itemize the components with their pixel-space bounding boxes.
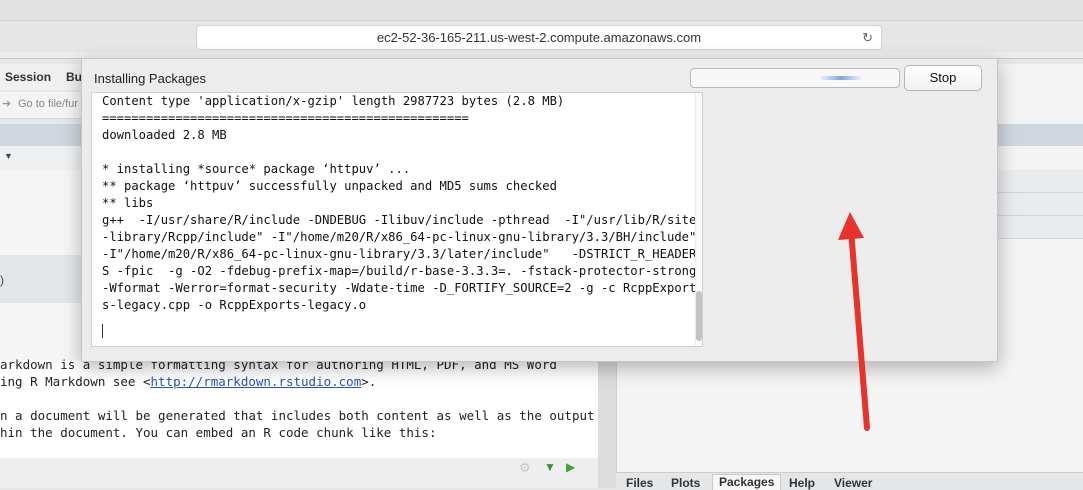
environment-pane-row	[996, 170, 1083, 193]
editor-text: ing R Markdown see <	[0, 374, 151, 389]
console-line: s-legacy.cpp -o RcppExports-legacy.o	[102, 298, 367, 312]
menu-build[interactable]: Bu	[66, 70, 82, 84]
console-line: ** package ‘httpuv’ successfully unpacke…	[102, 179, 557, 193]
console-line: Content type 'application/x-gzip' length…	[102, 94, 565, 108]
chevron-down-icon[interactable]: ▼	[4, 151, 13, 161]
install-progress-bar	[690, 68, 900, 88]
console-line: * installing *source* package ‘httpuv’ .…	[102, 162, 411, 176]
run-previous-chunks-icon[interactable]: ▼	[544, 460, 556, 474]
source-pane-toolbar: ▼	[0, 146, 90, 171]
code-chunk-header	[0, 458, 598, 488]
source-pane-header	[0, 124, 90, 146]
address-bar-url: ec2-52-36-165-211.us-west-2.compute.amaz…	[376, 30, 702, 45]
editor-highlight-band	[0, 255, 90, 303]
reload-icon[interactable]: ↻	[862, 26, 873, 49]
console-line: -library/Rcpp/include" -I"/home/m20/R/x8…	[102, 230, 697, 244]
editor-line: ing R Markdown see <http://rmarkdown.rst…	[0, 374, 376, 389]
rmarkdown-link[interactable]: http://rmarkdown.rstudio.com	[151, 374, 362, 389]
console-line: ** libs	[102, 196, 154, 210]
install-output-console[interactable]: Content type 'application/x-gzip' length…	[91, 92, 703, 347]
files-pane-tabs: Files Plots Packages Help Viewer	[616, 472, 1083, 490]
environment-pane-row	[996, 193, 1083, 216]
goto-file-input[interactable]: Go to file/fur	[18, 98, 78, 110]
console-line: downloaded 2.8 MB	[102, 128, 227, 142]
editor-fragment: )	[0, 273, 4, 287]
console-line: ========================================…	[102, 111, 469, 125]
environment-pane-row	[996, 216, 1083, 239]
browser-titlebar	[0, 0, 1083, 21]
rstudio-menubar: Session Bu	[0, 64, 90, 90]
environment-pane-header	[996, 124, 1083, 146]
stop-button[interactable]: Stop	[904, 65, 982, 91]
editor-line: n a document will be generated that incl…	[0, 408, 595, 423]
console-line: -Wformat -Werror=format-security -Wdate-…	[102, 281, 697, 295]
rstudio-toolbar: ➜ Go to file/fur	[0, 92, 90, 119]
console-line: S -fpic -g -O2 -fdebug-prefix-map=/build…	[102, 264, 697, 278]
progress-indicator	[819, 76, 863, 80]
console-cursor	[102, 324, 103, 338]
console-scrollbar-thumb[interactable]	[696, 291, 702, 341]
pane-splitter[interactable]	[598, 360, 616, 488]
annotation-arrow-icon	[838, 212, 870, 431]
dialog-title: Installing Packages	[94, 71, 207, 86]
console-line: -I"/home/m20/R/x86_64-pc-linux-gnu-libra…	[102, 247, 697, 261]
editor-text: >.	[361, 374, 377, 389]
run-chunk-icon[interactable]: ▶	[566, 460, 575, 474]
menu-session[interactable]: Session	[5, 70, 51, 84]
console-line: g++ -I/usr/share/R/include -DNDEBUG -Ili…	[102, 213, 697, 227]
goto-file-icon: ➜	[2, 98, 12, 110]
gear-icon[interactable]: ⚙	[519, 460, 531, 476]
address-bar[interactable]: ec2-52-36-165-211.us-west-2.compute.amaz…	[196, 25, 882, 50]
editor-line: hin the document. You can embed an R cod…	[0, 425, 437, 440]
